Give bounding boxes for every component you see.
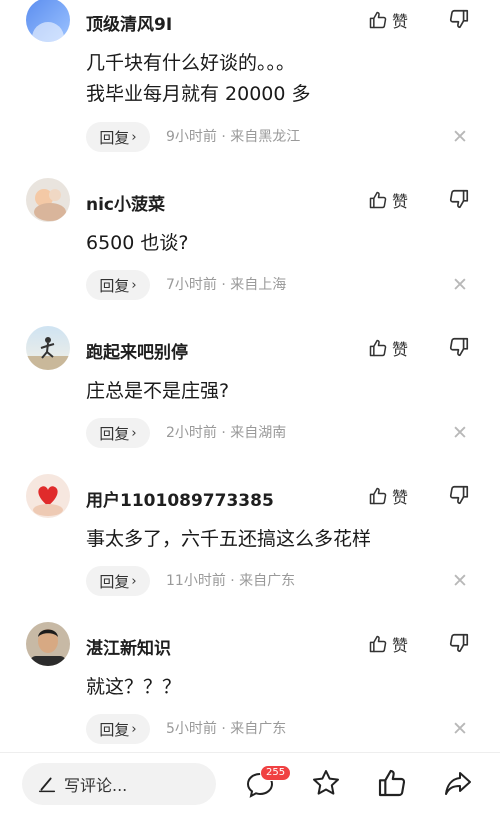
like-button[interactable]: 赞 [368,484,408,508]
share-icon [445,772,471,795]
reply-button[interactable]: 回复 › [86,270,150,300]
reply-label: 回复 [99,720,130,739]
like-button[interactable]: 赞 [368,632,408,656]
avatar[interactable] [26,0,70,42]
avatar[interactable] [26,474,70,518]
reply-label: 回复 [99,128,130,147]
dislike-button[interactable] [448,8,472,32]
chevron-right-icon: › [131,129,137,145]
thumb-down-icon [449,189,469,209]
bottom-action-bar: 写评论... 255 [0,752,500,814]
dislike-button[interactable] [448,484,472,508]
comment-line: 我毕业每月就有 20000 多 [86,83,311,105]
thumb-up-icon [369,635,387,653]
comment-text: 6500 也谈? [86,228,188,259]
dislike-button[interactable] [448,632,472,656]
like-label: 赞 [392,12,409,31]
reply-button[interactable]: 回复 › [86,122,150,152]
thumb-down-icon [449,9,469,29]
write-comment-input[interactable]: 写评论... [22,763,216,805]
thumb-up-icon [369,339,387,357]
comment-line: 事太多了，六千五还搞这么多花样 [86,528,372,550]
thumb-down-icon [449,633,469,653]
avatar[interactable] [26,622,70,666]
thumb-up-icon [369,11,387,29]
reply-button[interactable]: 回复 › [86,418,150,448]
username[interactable]: 湛江新知识 [86,634,171,659]
avatar[interactable] [26,178,70,222]
comment-line: 就这？？？ [86,676,182,698]
avatar[interactable] [26,326,70,370]
pen-icon [38,777,56,793]
close-icon[interactable]: ✕ [452,270,468,300]
reply-button[interactable]: 回复 › [86,714,150,744]
close-icon[interactable]: ✕ [452,714,468,744]
chevron-right-icon: › [131,721,137,737]
thumb-down-icon [449,337,469,357]
thumb-up-icon [378,769,406,797]
chevron-right-icon: › [131,277,137,293]
comment-text: 事太多了，六千五还搞这么多花样 [86,524,371,555]
chevron-right-icon: › [131,425,137,441]
favorite-button[interactable] [310,767,342,799]
like-button[interactable]: 赞 [368,336,408,360]
share-button[interactable] [442,767,474,799]
comment-meta: 9小时前 · 来自黑龙江 [166,129,301,145]
like-button[interactable]: 赞 [368,188,408,212]
comment-meta: 2小时前 · 来自湖南 [166,425,287,441]
comment-line: 6500 也谈? [86,232,189,254]
like-button[interactable]: 赞 [368,8,408,32]
chevron-right-icon: › [131,573,137,589]
dislike-button[interactable] [448,188,472,212]
reply-button[interactable]: 回复 › [86,566,150,596]
comment-line: 庄总是不是庄强? [86,380,230,402]
comment-count-badge: 255 [260,765,292,781]
comment-line: 几千块有什么好谈的。。。 [86,52,296,74]
thumb-up-icon [369,487,387,505]
comment-meta: 7小时前 · 来自上海 [166,277,287,293]
username[interactable]: 跑起来吧别停 [86,338,188,363]
comment-meta: 11小时前 · 来自广东 [166,573,296,589]
star-icon [313,770,339,795]
like-article-button[interactable] [376,767,408,799]
comment-text: 几千块有什么好谈的。。。 我毕业每月就有 20000 多 [86,48,311,110]
close-icon[interactable]: ✕ [452,566,468,596]
comment-meta: 5小时前 · 来自广东 [166,721,287,737]
username[interactable]: 顶级清风9I [86,10,172,35]
reply-label: 回复 [99,572,130,591]
comment-text: 就这？？？ [86,672,181,703]
write-comment-placeholder: 写评论... [64,776,128,795]
like-label: 赞 [392,340,409,359]
username[interactable]: nic小菠菜 [86,190,165,215]
thumb-down-icon [449,485,469,505]
thumb-up-icon [369,191,387,209]
like-label: 赞 [392,192,409,211]
dislike-button[interactable] [448,336,472,360]
like-label: 赞 [392,636,409,655]
comment-text: 庄总是不是庄强? [86,376,229,407]
close-icon[interactable]: ✕ [452,418,468,448]
close-icon[interactable]: ✕ [452,122,468,152]
reply-label: 回复 [99,424,130,443]
like-label: 赞 [392,488,409,507]
reply-label: 回复 [99,276,130,295]
username[interactable]: 用户1101089773385 [86,486,274,511]
